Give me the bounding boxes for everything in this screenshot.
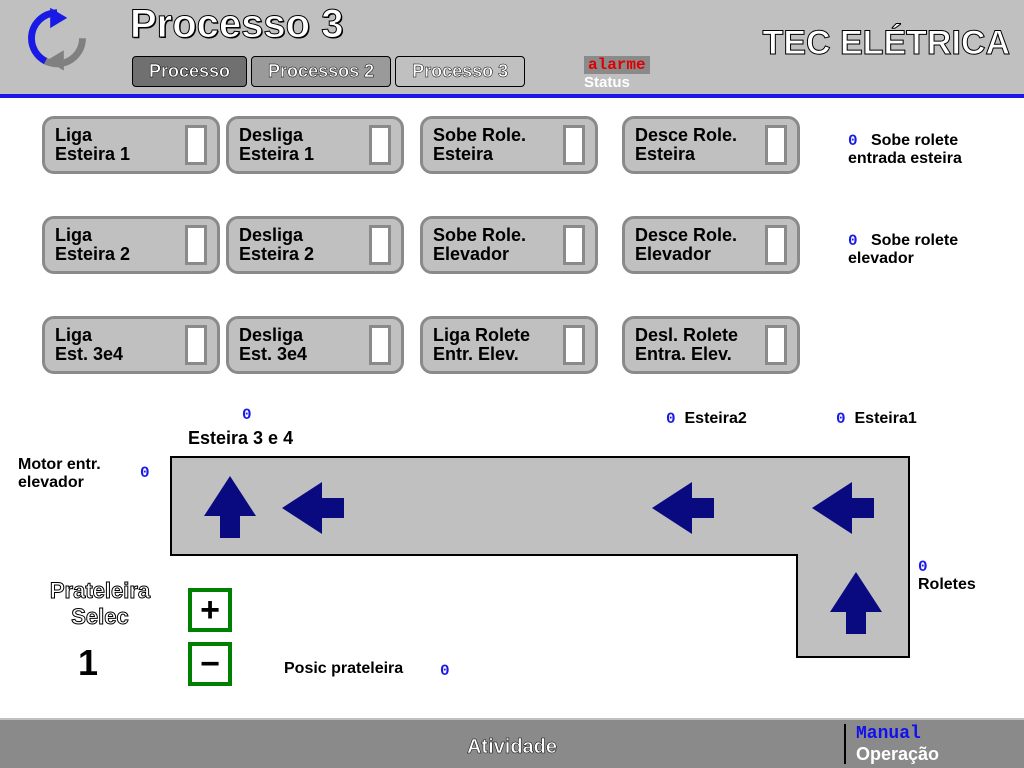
btn-label: Desce Role.Elevador	[635, 226, 737, 264]
btn-label: LigaEsteira 1	[55, 126, 130, 164]
btn-label: DesligaEst. 3e4	[239, 326, 307, 364]
sobe-role-esteira-button[interactable]: Sobe Role.Esteira	[420, 116, 598, 174]
arrow-up-icon	[830, 572, 882, 612]
esteira34-indicator: 0	[242, 406, 252, 424]
arrow-left-icon	[812, 482, 852, 534]
alarm-status: alarme Status	[584, 56, 664, 92]
conveyor-vertical	[796, 554, 910, 658]
tabs: Processo Processos 2 Processo 3	[132, 56, 525, 87]
indicator-light	[185, 125, 207, 165]
esteira1-indicator: 0 Esteira1	[836, 410, 917, 428]
indicator-value: 0	[848, 232, 858, 250]
indicator-label: Roletes	[918, 576, 976, 593]
indicator-label: Sobe roleteentrada esteira	[848, 132, 962, 167]
arrow-left-icon	[282, 482, 322, 534]
indicator-value: 0	[666, 410, 676, 428]
sobe-role-elevador-button[interactable]: Sobe Role.Elevador	[420, 216, 598, 274]
motor-entr-elevador-label: Motor entr.elevador	[18, 456, 101, 492]
btn-label: Desl. RoleteEntra. Elev.	[635, 326, 738, 364]
mode-operacao: Operação	[856, 744, 1014, 765]
indicator-light	[369, 225, 391, 265]
mode-manual: Manual	[856, 724, 1014, 744]
posic-prateleira-value: 0	[440, 662, 450, 680]
prateleira-plus-button[interactable]: +	[188, 588, 232, 632]
indicator-light	[369, 325, 391, 365]
btn-label: Sobe Role.Elevador	[433, 226, 526, 264]
prateleira-minus-button[interactable]: −	[188, 642, 232, 686]
sobe-rolete-elevador-indicator: 0 Sobe roleteelevador	[848, 232, 958, 268]
conveyor-horizontal	[170, 456, 910, 556]
prateleira-label: PrateleiraSelec	[30, 578, 170, 630]
btn-label: Desce Role.Esteira	[635, 126, 737, 164]
indicator-value: 0	[836, 410, 846, 428]
indicator-value: 0	[918, 558, 928, 576]
btn-label: LigaEst. 3e4	[55, 326, 123, 364]
btn-label: DesligaEsteira 2	[239, 226, 314, 264]
prateleira-value: 1	[78, 642, 98, 684]
indicator-light	[185, 225, 207, 265]
btn-label: Sobe Role.Esteira	[433, 126, 526, 164]
footer: Atividade Manual Operação	[0, 718, 1024, 768]
roletes-indicator: 0 Roletes	[918, 558, 976, 594]
desliga-esteira2-button[interactable]: DesligaEsteira 2	[226, 216, 404, 274]
desliga-esteira1-button[interactable]: DesligaEsteira 1	[226, 116, 404, 174]
indicator-light	[765, 125, 787, 165]
indicator-label: Sobe roleteelevador	[848, 232, 958, 267]
indicator-light	[563, 225, 585, 265]
indicator-label: Esteira2	[685, 410, 747, 427]
indicator-light	[563, 125, 585, 165]
btn-label: LigaEsteira 2	[55, 226, 130, 264]
esteira2-indicator: 0 Esteira2	[666, 410, 747, 428]
desliga-est34-button[interactable]: DesligaEst. 3e4	[226, 316, 404, 374]
tab-processo[interactable]: Processo	[132, 56, 247, 87]
indicator-label: Esteira1	[855, 410, 917, 427]
page-title: Processo 3	[130, 2, 343, 47]
posic-prateleira-label: Posic prateleira	[284, 660, 403, 678]
btn-label: DesligaEsteira 1	[239, 126, 314, 164]
arrow-left-icon	[652, 482, 692, 534]
indicator-light	[765, 225, 787, 265]
tab-processo3[interactable]: Processo 3	[395, 56, 525, 87]
tab-processos2[interactable]: Processos 2	[251, 56, 391, 87]
indicator-light	[563, 325, 585, 365]
esteira34-label: Esteira 3 e 4	[188, 428, 293, 449]
header: Processo 3 Processo Processos 2 Processo…	[0, 0, 1024, 98]
brand-label: TEC ELÉTRICA	[763, 24, 1010, 63]
btn-label: Liga RoleteEntr. Elev.	[433, 326, 530, 364]
indicator-value: 0	[140, 464, 150, 482]
indicator-light	[369, 125, 391, 165]
status-label: Status	[584, 74, 630, 91]
desce-role-esteira-button[interactable]: Desce Role.Esteira	[622, 116, 800, 174]
content: LigaEsteira 1 DesligaEsteira 1 Sobe Role…	[0, 98, 1024, 718]
desl-rolete-entra-elev-button[interactable]: Desl. RoleteEntra. Elev.	[622, 316, 800, 374]
alarm-label: alarme	[584, 56, 650, 74]
refresh-icon	[14, 6, 100, 74]
arrow-up-icon	[204, 476, 256, 516]
indicator-light	[765, 325, 787, 365]
liga-rolete-entr-elev-button[interactable]: Liga RoleteEntr. Elev.	[420, 316, 598, 374]
liga-est34-button[interactable]: LigaEst. 3e4	[42, 316, 220, 374]
activity-label: Atividade	[467, 736, 557, 759]
mode-box[interactable]: Manual Operação	[844, 724, 1014, 764]
indicator-value: 0	[242, 406, 252, 424]
sobe-rolete-entrada-esteira-indicator: 0 Sobe roleteentrada esteira	[848, 132, 962, 168]
indicator-value: 0	[440, 662, 450, 680]
desce-role-elevador-button[interactable]: Desce Role.Elevador	[622, 216, 800, 274]
liga-esteira1-button[interactable]: LigaEsteira 1	[42, 116, 220, 174]
indicator-value: 0	[848, 132, 858, 150]
indicator-light	[185, 325, 207, 365]
liga-esteira2-button[interactable]: LigaEsteira 2	[42, 216, 220, 274]
motor-entr-elevador-value: 0	[140, 464, 150, 482]
